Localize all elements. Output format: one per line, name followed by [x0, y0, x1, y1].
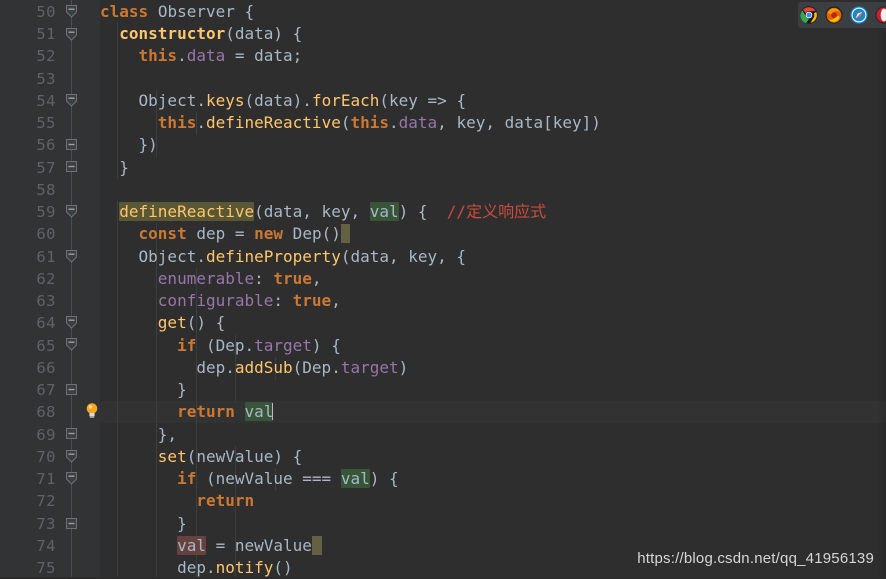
line-number: 60 [8, 223, 56, 245]
code-line[interactable]: if (Dep.target) { [100, 335, 341, 357]
line-number: 61 [8, 246, 56, 268]
code-line[interactable]: } [100, 157, 129, 179]
line-number: 55 [8, 112, 56, 134]
browser-run-toolbar[interactable] [798, 2, 886, 28]
fold-end-icon[interactable] [64, 426, 79, 441]
code-line[interactable]: }) [100, 134, 158, 156]
line-number: 72 [8, 490, 56, 512]
code-line[interactable]: Object.keys(data).forEach(key => { [100, 90, 466, 112]
code-line[interactable]: }, [100, 424, 177, 446]
fold-collapse-icon[interactable] [64, 93, 79, 108]
code-line[interactable]: dep.notify() [100, 557, 293, 577]
code-line[interactable]: val = newValue [100, 535, 322, 557]
line-number: 57 [8, 157, 56, 179]
code-line[interactable]: dep.addSub(Dep.target) [100, 357, 408, 379]
fold-collapse-icon[interactable] [64, 27, 79, 42]
line-number: 71 [8, 468, 56, 490]
code-line[interactable]: get() { [100, 312, 225, 334]
code-line[interactable]: defineReactive(data, key, val) { //定义响应式 [100, 201, 546, 223]
line-number: 67 [8, 379, 56, 401]
safari-icon[interactable] [850, 6, 868, 24]
opera-icon[interactable] [875, 6, 886, 24]
fold-collapse-icon[interactable] [64, 471, 79, 486]
code-line[interactable]: configurable: true, [100, 290, 341, 312]
code-editor[interactable]: 50 51 52 53 54 55 56 57 58 59 60 61 62 6… [0, 0, 886, 577]
line-number: 56 [8, 134, 56, 156]
fold-end-icon[interactable] [64, 382, 79, 397]
line-number: 59 [8, 201, 56, 223]
line-number: 73 [8, 513, 56, 535]
line-number: 54 [8, 90, 56, 112]
code-line[interactable]: if (newValue === val) { [100, 468, 399, 490]
code-line[interactable]: Object.defineProperty(data, key, { [100, 246, 466, 268]
fold-collapse-icon[interactable] [64, 449, 79, 464]
code-line[interactable] [100, 179, 110, 201]
code-line[interactable]: constructor(data) { [100, 23, 302, 45]
text-caret [272, 403, 273, 420]
line-number: 50 [8, 1, 56, 23]
code-line[interactable]: set(newValue) { [100, 446, 302, 468]
line-number: 58 [8, 179, 56, 201]
line-number: 70 [8, 446, 56, 468]
fold-collapse-icon[interactable] [64, 204, 79, 219]
line-number: 74 [8, 535, 56, 557]
chinese-comment: //定义响应式 [447, 202, 546, 221]
line-number: 66 [8, 357, 56, 379]
line-number-column: 50 51 52 53 54 55 56 57 58 59 60 61 62 6… [0, 0, 56, 577]
code-line[interactable]: return [100, 490, 254, 512]
line-number: 69 [8, 424, 56, 446]
firefox-icon[interactable] [825, 6, 843, 24]
code-line[interactable] [100, 68, 110, 90]
fold-ribbon-line [71, 0, 72, 577]
line-number: 64 [8, 312, 56, 334]
code-line[interactable]: enumerable: true, [100, 268, 322, 290]
code-line[interactable]: this.data = data; [100, 45, 302, 67]
line-number: 75 [8, 557, 56, 579]
line-number: 63 [8, 290, 56, 312]
line-number: 53 [8, 68, 56, 90]
line-number: 68 [8, 401, 56, 423]
code-line[interactable]: class Observer { [100, 1, 254, 23]
fold-end-icon[interactable] [64, 159, 79, 174]
editor-gutter[interactable]: 50 51 52 53 54 55 56 57 58 59 60 61 62 6… [0, 0, 100, 577]
line-number: 51 [8, 23, 56, 45]
code-line[interactable]: } [100, 379, 187, 401]
code-content[interactable]: class Observer { constructor(data) { thi… [100, 0, 886, 577]
watermark-url: https://blog.csdn.net/qq_41956139 [637, 550, 874, 567]
code-line[interactable]: return val [100, 401, 273, 423]
fold-collapse-icon[interactable] [64, 337, 79, 352]
fold-end-icon[interactable] [64, 516, 79, 531]
line-number: 62 [8, 268, 56, 290]
code-line[interactable]: this.defineReactive(this.data, key, data… [100, 112, 601, 134]
code-line[interactable]: } [100, 513, 187, 535]
code-line[interactable]: const dep = new Dep() [100, 223, 350, 245]
chrome-icon[interactable] [800, 6, 818, 24]
fold-end-icon[interactable] [64, 137, 79, 152]
fold-collapse-icon[interactable] [64, 4, 79, 19]
fold-collapse-icon[interactable] [64, 249, 79, 264]
line-number: 65 [8, 335, 56, 357]
line-number: 52 [8, 45, 56, 67]
intention-bulb-icon[interactable] [85, 402, 99, 419]
fold-collapse-icon[interactable] [64, 315, 79, 330]
